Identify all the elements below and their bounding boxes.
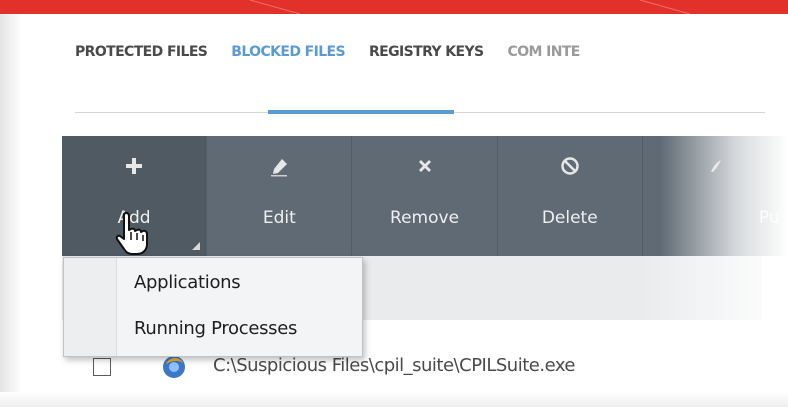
tab-blocked-files[interactable]: BLOCKED FILES [231,44,345,74]
delete-button[interactable]: Delete [498,136,643,256]
remove-button[interactable]: Remove [352,136,498,256]
no-entry-icon [498,156,642,178]
list-header-fade [640,256,788,320]
edit-button-label: Edit [262,208,296,228]
toolbar-fade-overlay [660,136,788,256]
pencil-icon [207,156,351,178]
bottom-edge-shadow [0,392,788,407]
remove-button-label: Remove [390,208,460,228]
delete-button-label: Delete [541,208,598,228]
x-icon [352,156,496,178]
plus-icon [62,156,206,178]
tabs-fade-overlay [690,40,788,80]
menu-icon-gutter [64,258,117,356]
tab-com-interfaces[interactable]: COM INTE [508,44,581,74]
tab-bar: PROTECTED FILES BLOCKED FILES REGISTRY K… [75,44,604,74]
file-path: C:\Suspicious Files\cpil_suite\CPILSuite… [213,355,576,376]
banner-decoration [249,0,691,14]
row-checkbox[interactable] [93,358,111,376]
tab-registry-keys[interactable]: REGISTRY KEYS [369,44,484,74]
hand-cursor-icon [115,211,148,255]
top-banner [0,0,788,14]
edit-button[interactable]: Edit [207,136,353,256]
active-tab-indicator [268,110,454,114]
menu-item-applications[interactable]: Applications [134,272,241,293]
tab-protected-files[interactable]: PROTECTED FILES [75,44,208,74]
left-edge-shadow [0,14,22,407]
add-dropdown-menu: Applications Running Processes [63,257,363,357]
menu-item-running-processes[interactable]: Running Processes [134,318,297,339]
dropdown-caret-icon [192,242,201,250]
